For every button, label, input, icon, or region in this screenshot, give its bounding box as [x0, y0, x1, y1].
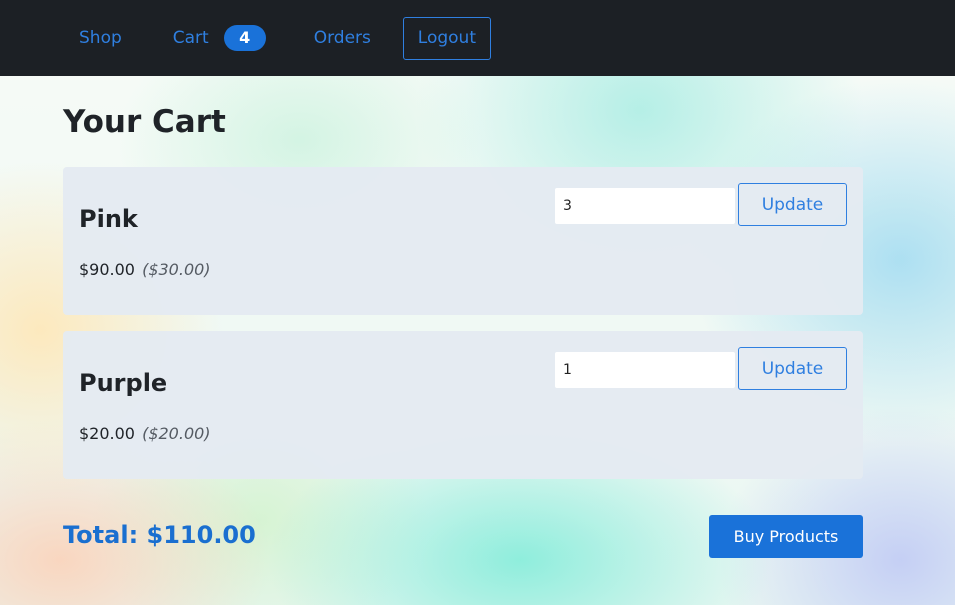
top-navbar: Shop Cart 4 Orders Logout	[0, 0, 955, 76]
nav-orders-label: Orders	[313, 28, 371, 48]
item-unit-price: ($30.00)	[142, 260, 211, 279]
item-name: Purple	[79, 369, 168, 397]
item-price: $20.00 ($20.00)	[79, 424, 211, 443]
nav-shop-label: Shop	[79, 28, 122, 48]
cart-content: Your Cart Pink $90.00 ($30.00) Update Pu…	[63, 76, 863, 558]
cart-count-badge: 4	[223, 25, 266, 51]
cart-item: Purple $20.00 ($20.00) Update	[63, 331, 863, 479]
item-name: Pink	[79, 205, 138, 233]
item-price: $90.00 ($30.00)	[79, 260, 211, 279]
logout-button[interactable]: Logout	[402, 16, 491, 60]
nav-cart-link[interactable]: Cart 4	[173, 25, 266, 51]
quantity-input[interactable]	[555, 352, 735, 388]
cart-item: Pink $90.00 ($30.00) Update	[63, 167, 863, 315]
update-button[interactable]: Update	[738, 347, 847, 390]
item-subtotal: $90.00	[79, 260, 135, 279]
quantity-input[interactable]	[555, 188, 735, 224]
nav-orders-link[interactable]: Orders	[314, 28, 371, 48]
nav-cart-label: Cart	[172, 28, 209, 48]
item-unit-price: ($20.00)	[142, 424, 211, 443]
item-subtotal: $20.00	[79, 424, 135, 443]
cart-total: Total: $110.00	[63, 521, 256, 549]
buy-products-button[interactable]: Buy Products	[709, 515, 863, 558]
page-title: Your Cart	[63, 104, 226, 140]
nav-shop-link[interactable]: Shop	[79, 28, 122, 48]
update-button[interactable]: Update	[738, 183, 847, 226]
